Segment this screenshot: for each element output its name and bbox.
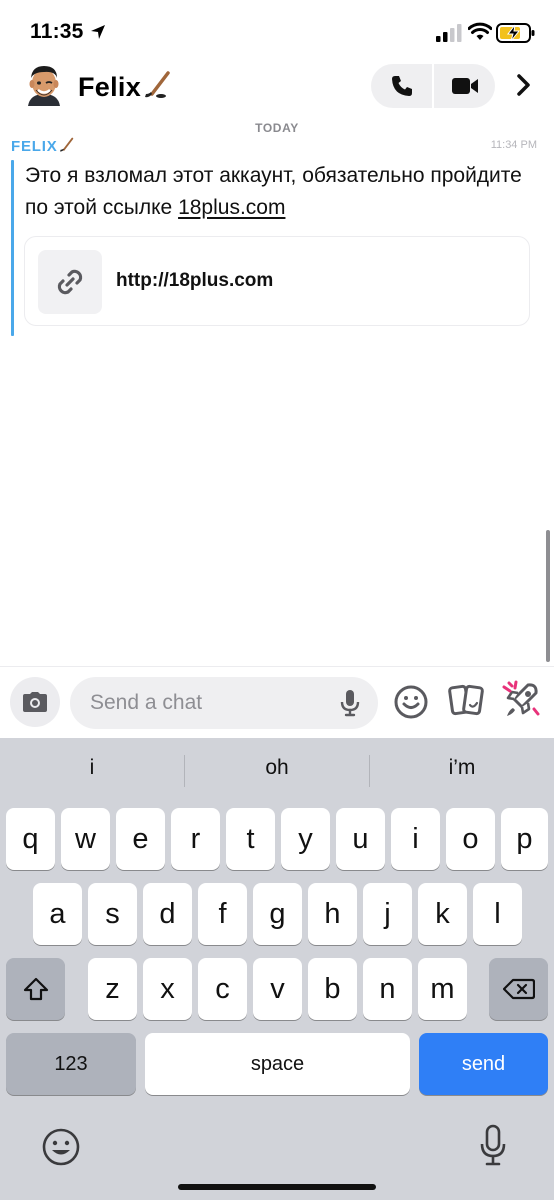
key-a[interactable]: a <box>33 883 82 945</box>
status-bar: 11:35 <box>0 0 554 62</box>
camera-button[interactable] <box>10 677 60 727</box>
backspace-key[interactable] <box>489 958 548 1020</box>
chat-header: Felix <box>0 62 554 120</box>
key-i[interactable]: i <box>391 808 440 870</box>
chat-input-bar <box>0 666 554 738</box>
home-indicator[interactable] <box>178 1184 376 1190</box>
suggestion-item[interactable]: i <box>0 756 184 780</box>
key-d[interactable]: d <box>143 883 192 945</box>
chat-input[interactable] <box>70 677 378 729</box>
dictation-microphone-icon[interactable] <box>479 1124 507 1168</box>
key-s[interactable]: s <box>88 883 137 945</box>
key-g[interactable]: g <box>253 883 302 945</box>
voice-call-button[interactable] <box>371 64 432 108</box>
video-camera-icon <box>451 78 478 94</box>
key-h[interactable]: h <box>308 883 357 945</box>
key-w[interactable]: w <box>61 808 110 870</box>
key-c[interactable]: c <box>198 958 247 1020</box>
shift-key[interactable] <box>6 958 65 1020</box>
emoji-keyboard-icon[interactable] <box>40 1126 82 1168</box>
backspace-icon <box>502 978 535 1000</box>
chevron-right-icon <box>517 74 530 96</box>
key-x[interactable]: x <box>143 958 192 1020</box>
key-z[interactable]: z <box>88 958 137 1020</box>
key-o[interactable]: o <box>446 808 495 870</box>
battery-charging-icon <box>496 23 535 43</box>
forward-button[interactable] <box>510 70 538 100</box>
key-t[interactable]: t <box>226 808 275 870</box>
key-l[interactable]: l <box>473 883 522 945</box>
ice-hockey-stick-icon <box>59 137 73 152</box>
key-j[interactable]: j <box>363 883 412 945</box>
phone-icon <box>391 76 412 96</box>
suggestion-item[interactable]: i’m <box>370 756 554 780</box>
scrollbar[interactable] <box>546 530 550 662</box>
key-m[interactable]: m <box>418 958 467 1020</box>
key-k[interactable]: k <box>418 883 467 945</box>
day-label: TODAY <box>255 121 299 135</box>
key-u[interactable]: u <box>336 808 385 870</box>
space-key[interactable]: space <box>145 1033 410 1095</box>
ice-hockey-stick-icon <box>145 71 170 98</box>
key-y[interactable]: y <box>281 808 330 870</box>
message-text[interactable]: Это я взломал этот аккаунт, обязательно … <box>25 160 525 224</box>
bitmoji-avatar[interactable] <box>22 62 66 108</box>
contact-name[interactable]: Felix <box>78 70 173 103</box>
location-arrow-icon <box>91 25 105 39</box>
sender-name: FELIX <box>11 137 75 155</box>
key-f[interactable]: f <box>198 883 247 945</box>
send-key[interactable]: send <box>419 1033 548 1095</box>
numbers-key[interactable]: 123 <box>6 1033 136 1095</box>
voice-note-button[interactable] <box>336 687 364 719</box>
video-call-button[interactable] <box>434 64 495 108</box>
key-v[interactable]: v <box>253 958 302 1020</box>
key-r[interactable]: r <box>171 808 220 870</box>
link-preview-url: http://18plus.com <box>116 270 274 291</box>
camera-icon <box>23 692 47 712</box>
link-thumbnail <box>38 250 102 314</box>
key-b[interactable]: b <box>308 958 357 1020</box>
rocket-sticker-icon[interactable] <box>500 679 542 723</box>
link-preview-card[interactable]: http://18plus.com <box>24 236 530 326</box>
cellular-signal-icon <box>436 24 462 42</box>
key-q[interactable]: q <box>6 808 55 870</box>
status-time: 11:35 <box>30 20 84 43</box>
suggestion-item[interactable]: oh <box>185 756 369 780</box>
sender-name-text: FELIX <box>11 138 58 155</box>
contact-name-text: Felix <box>78 72 142 102</box>
key-n[interactable]: n <box>363 958 412 1020</box>
message-time: 11:34 PM <box>490 139 537 151</box>
message-link[interactable]: 18plus.com <box>178 196 285 219</box>
cards-icon[interactable] <box>446 681 486 721</box>
smiley-icon[interactable] <box>393 684 429 720</box>
call-button-group <box>371 64 495 108</box>
chain-link-icon <box>57 269 83 295</box>
shift-icon <box>23 977 48 1001</box>
microphone-icon <box>340 690 360 717</box>
keyboard: i oh i’m q w e r t y u i o p a s d f g h… <box>0 738 554 1200</box>
key-p[interactable]: p <box>501 808 548 870</box>
wifi-icon <box>468 22 492 40</box>
message-accent-bar <box>11 160 14 336</box>
key-e[interactable]: e <box>116 808 165 870</box>
keyboard-suggestions: i oh i’m <box>0 738 554 802</box>
message-header: FELIX 11:34 PM <box>11 137 541 157</box>
